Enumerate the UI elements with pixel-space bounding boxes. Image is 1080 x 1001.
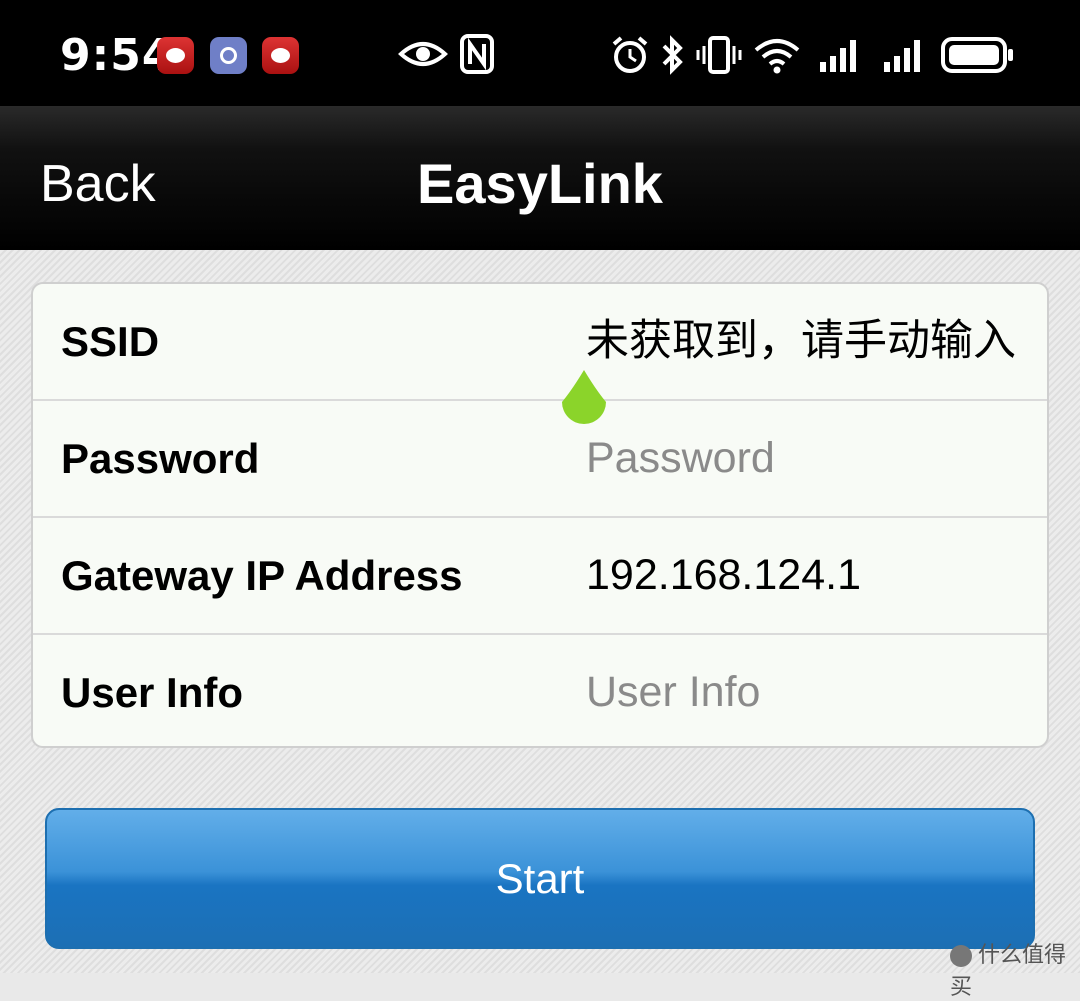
text-cursor-handle[interactable] — [556, 368, 612, 438]
nfc-icon — [460, 34, 494, 74]
password-row[interactable]: Password Password — [33, 401, 1047, 518]
gateway-ip-label: Gateway IP Address — [61, 552, 463, 599]
user-info-label: User Info — [61, 669, 244, 716]
notification-app-icon — [262, 37, 299, 74]
signal-icon — [820, 40, 856, 72]
signal-icon — [884, 40, 920, 72]
start-button[interactable]: Start — [45, 808, 1035, 949]
status-bar: 9:54 — [0, 0, 1080, 106]
gateway-ip-input[interactable]: 192.168.124.1 — [586, 518, 1047, 633]
page-title: EasyLink — [417, 152, 663, 215]
settings-form: SSID 未获取到，请手动输入 Password Password Gatewa… — [31, 282, 1049, 748]
user-info-row[interactable]: User Info User Info — [33, 635, 1047, 746]
password-input[interactable]: Password — [586, 401, 1047, 516]
ssid-row[interactable]: SSID 未获取到，请手动输入 — [33, 284, 1047, 401]
watermark-logo-icon — [950, 945, 972, 967]
watermark: 什么值得买 — [950, 937, 1080, 1001]
alarm-icon — [612, 36, 648, 73]
battery-icon — [941, 37, 1013, 73]
password-label: Password — [61, 435, 260, 482]
gateway-ip-row[interactable]: Gateway IP Address 192.168.124.1 — [33, 518, 1047, 635]
eye-icon — [398, 42, 448, 66]
user-info-input[interactable]: User Info — [586, 635, 1047, 746]
vibrate-icon — [696, 36, 742, 74]
bluetooth-icon — [662, 35, 683, 75]
wifi-6-icon — [754, 39, 800, 74]
notification-app-icon — [157, 37, 194, 74]
notification-app-icon — [210, 37, 247, 74]
nav-bar: Back EasyLink — [0, 106, 1080, 250]
ssid-input[interactable]: 未获取到，请手动输入 — [586, 284, 1047, 399]
ssid-label: SSID — [61, 318, 160, 365]
